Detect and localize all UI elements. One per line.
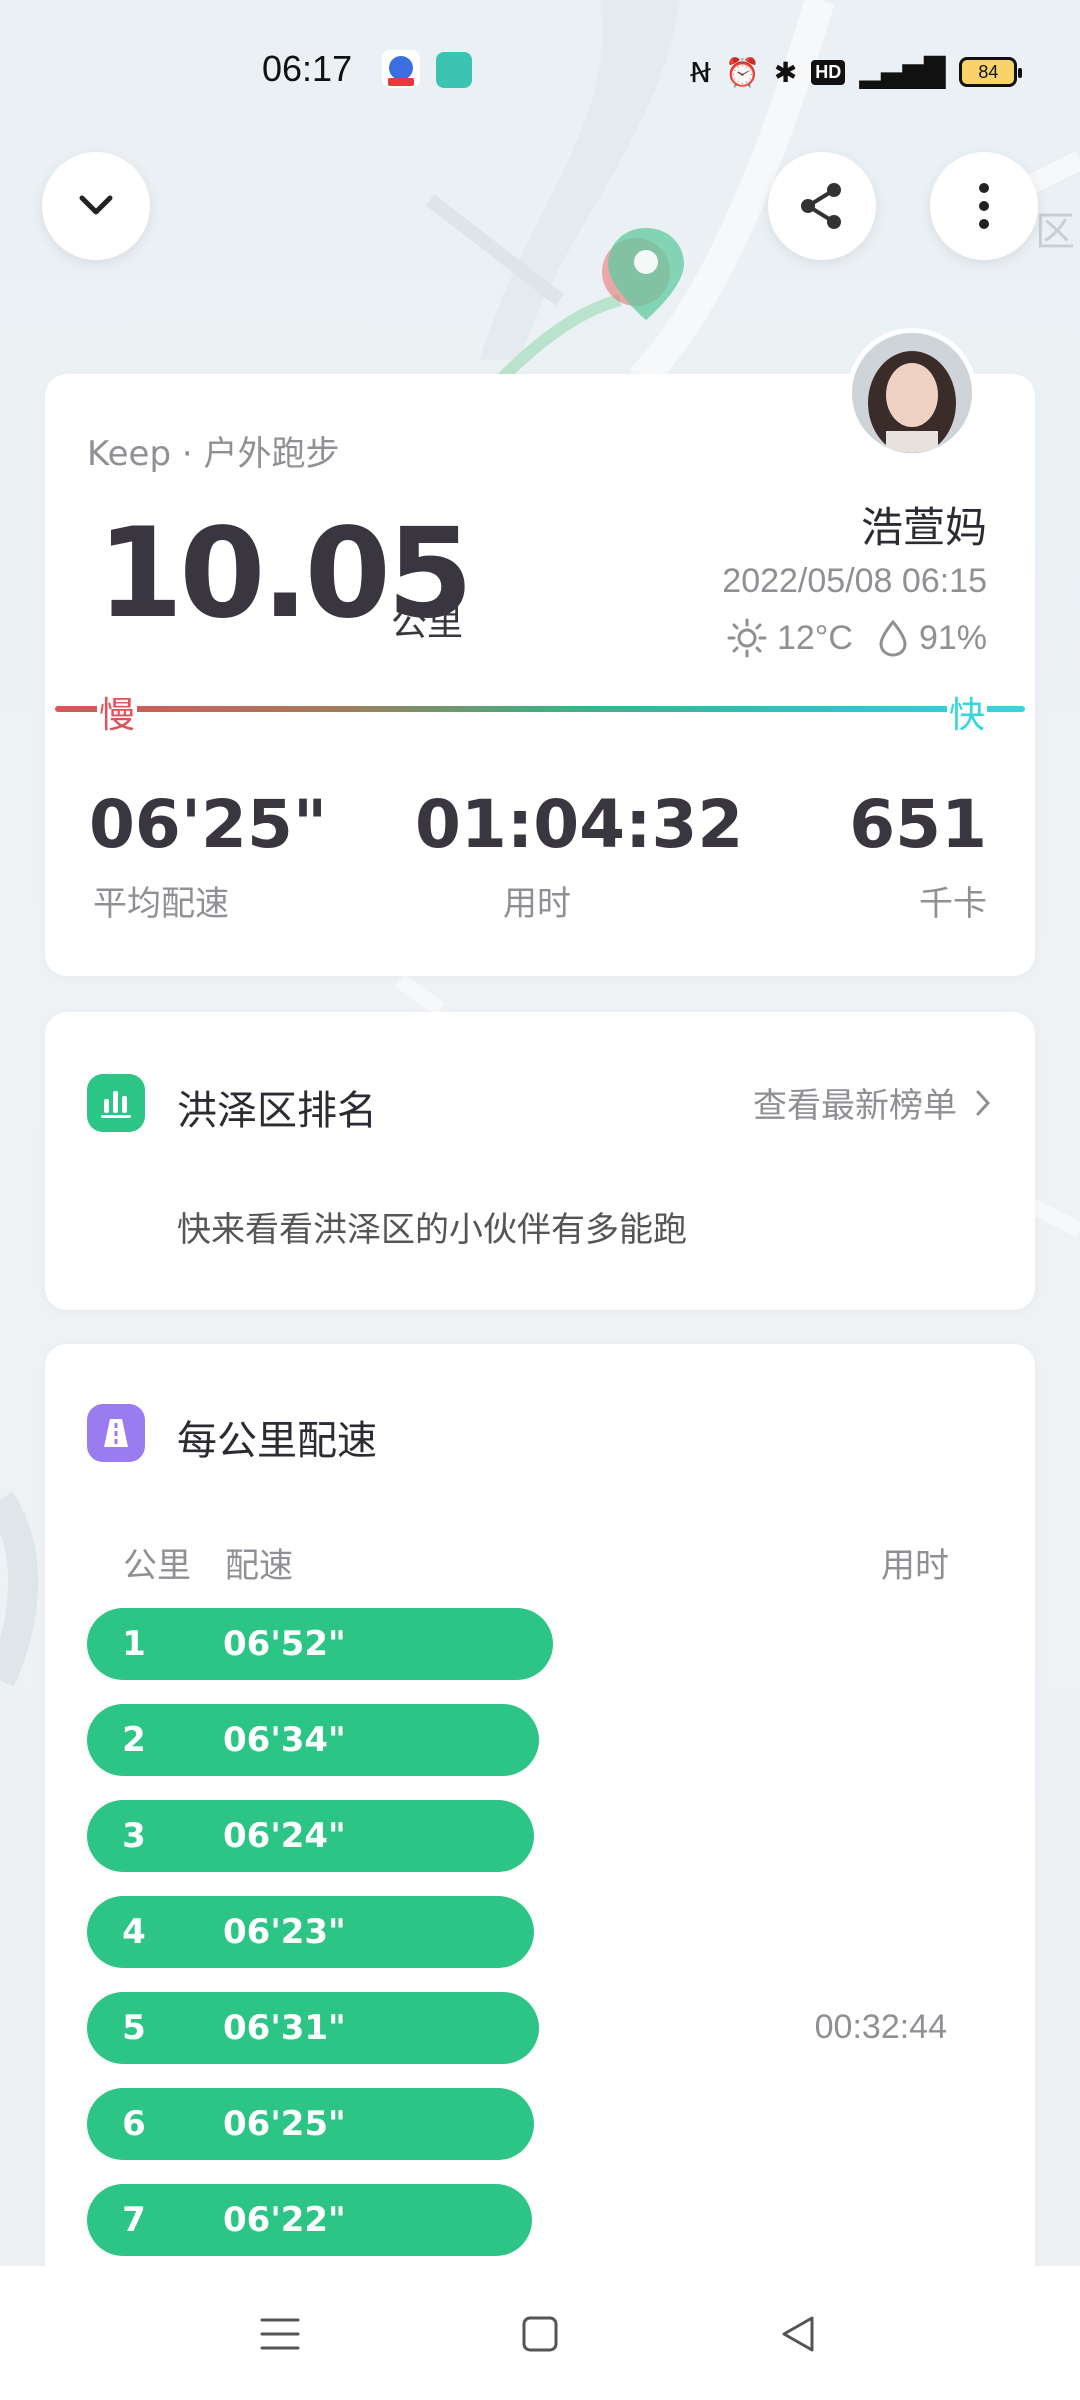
calories-value: 651: [849, 786, 987, 863]
view-leaderboard-label: 查看最新榜单: [753, 1086, 957, 1126]
hd-icon: HD: [811, 59, 846, 85]
km-number: 3: [122, 1816, 146, 1856]
menu-icon: [260, 2318, 300, 2350]
bar-chart-icon: [87, 1074, 145, 1132]
view-leaderboard-link[interactable]: 查看最新榜单: [753, 1078, 993, 1127]
km-pace-row: 3 06'24": [87, 1800, 534, 1872]
more-vertical-icon: [979, 183, 989, 229]
km-pace-row: 1 06'52": [87, 1608, 553, 1680]
km-pace-value: 06'24": [223, 1816, 346, 1856]
duration-label: 用时: [503, 884, 571, 924]
humidity-drop-icon: [879, 619, 907, 657]
humidity: 91%: [918, 618, 987, 657]
ranking-description: 快来看看洪泽区的小伙伴有多能跑: [177, 1210, 687, 1250]
km-pace-row: 7 06'22": [87, 2184, 532, 2256]
home-nav-button[interactable]: [510, 2304, 570, 2364]
km-number: 4: [122, 1912, 146, 1952]
workout-source: Keep · 户外跑步: [87, 434, 340, 474]
home-square-icon: [522, 2316, 558, 2352]
road-icon: [87, 1404, 145, 1462]
pace-slow-label: 慢: [97, 686, 138, 738]
status-bar: 06:17 Ꞥ ⏰ ✱ HD ▂▄▆█ 84: [0, 0, 1080, 140]
battery-icon: 84: [959, 57, 1023, 87]
calories-label: 千卡: [919, 884, 987, 924]
system-nav-bar: [0, 2266, 1080, 2400]
bluetooth-icon: ✱: [773, 55, 798, 89]
distance-unit: 公里: [391, 603, 464, 644]
share-button[interactable]: [768, 152, 876, 260]
pace-fast-label: 快: [947, 686, 988, 738]
pace-gradient-bar: [55, 706, 1025, 712]
chevron-down-icon: [79, 195, 113, 215]
km-pace-value: 06'34": [223, 1720, 346, 1760]
km-number: 7: [122, 2200, 146, 2240]
col-km-header: 公里: [123, 1546, 191, 1586]
chevron-right-icon: [976, 1090, 991, 1115]
km-number: 1: [122, 1624, 146, 1664]
km-pace-card: 每公里配速 公里 配速 用时 1 06'52" 2 06'34" 3 06'24" 4 06'…: [45, 1344, 1035, 2400]
ranking-title: 洪泽区排名: [177, 1088, 377, 1134]
back-triangle-icon: [782, 2316, 814, 2352]
district-ranking-card[interactable]: 洪泽区排名 查看最新榜单 快来看看洪泽区的小伙伴有多能跑: [45, 1012, 1035, 1310]
alarm-icon: ⏰: [724, 55, 760, 89]
baidu-app-icon: [382, 50, 420, 88]
col-pace-header: 配速: [225, 1546, 293, 1586]
km-number: 5: [122, 2008, 146, 2048]
app-notification-icon: [436, 52, 472, 88]
status-icons: Ꞥ ⏰ ✱ HD ▂▄▆█ 84: [690, 52, 1023, 92]
km-pace-value: 06'25": [223, 2104, 346, 2144]
km-number: 2: [122, 1720, 146, 1760]
km-pace-row: 2 06'34": [87, 1704, 539, 1776]
km-pace-row: 6 06'25": [87, 2088, 534, 2160]
km-split-time: 00:32:44: [814, 2008, 947, 2046]
km-number: 6: [122, 2104, 146, 2144]
temperature: 12°C: [776, 618, 853, 657]
status-time: 06:17: [262, 48, 353, 89]
more-button[interactable]: [930, 152, 1038, 260]
avg-pace-value: 06'25": [89, 786, 328, 863]
km-pace-value: 06'52": [223, 1624, 346, 1664]
duration-value: 01:04:32: [415, 786, 744, 863]
share-icon: [801, 183, 841, 229]
avg-pace-label: 平均配速: [93, 884, 229, 924]
menu-nav-button[interactable]: [250, 2304, 310, 2364]
km-pace-row: 5 06'31": [87, 1992, 539, 2064]
workout-datetime: 2022/05/08 06:15: [722, 562, 987, 600]
weather-info: 12°C 91%: [727, 618, 987, 658]
km-pace-value: 06'23": [223, 1912, 346, 1952]
km-pace-row: 4 06'23": [87, 1896, 534, 1968]
run-summary-card: Keep · 户外跑步 浩萱妈 10.05 公里 2022/05/08 06:1…: [45, 328, 1035, 976]
col-time-header: 用时: [881, 1546, 949, 1586]
back-nav-button[interactable]: [768, 2304, 828, 2364]
km-pace-value: 06'31": [223, 2008, 346, 2048]
5g-signal-icon: ▂▄▆█: [859, 55, 946, 89]
collapse-button[interactable]: [42, 152, 150, 260]
username: 浩萱妈: [860, 503, 987, 552]
km-pace-title: 每公里配速: [177, 1418, 377, 1464]
avatar[interactable]: [847, 328, 977, 458]
nfc-icon: Ꞥ: [690, 55, 711, 89]
avatar-image: [852, 333, 972, 453]
km-pace-value: 06'22": [223, 2200, 346, 2240]
sun-icon: [727, 618, 767, 658]
